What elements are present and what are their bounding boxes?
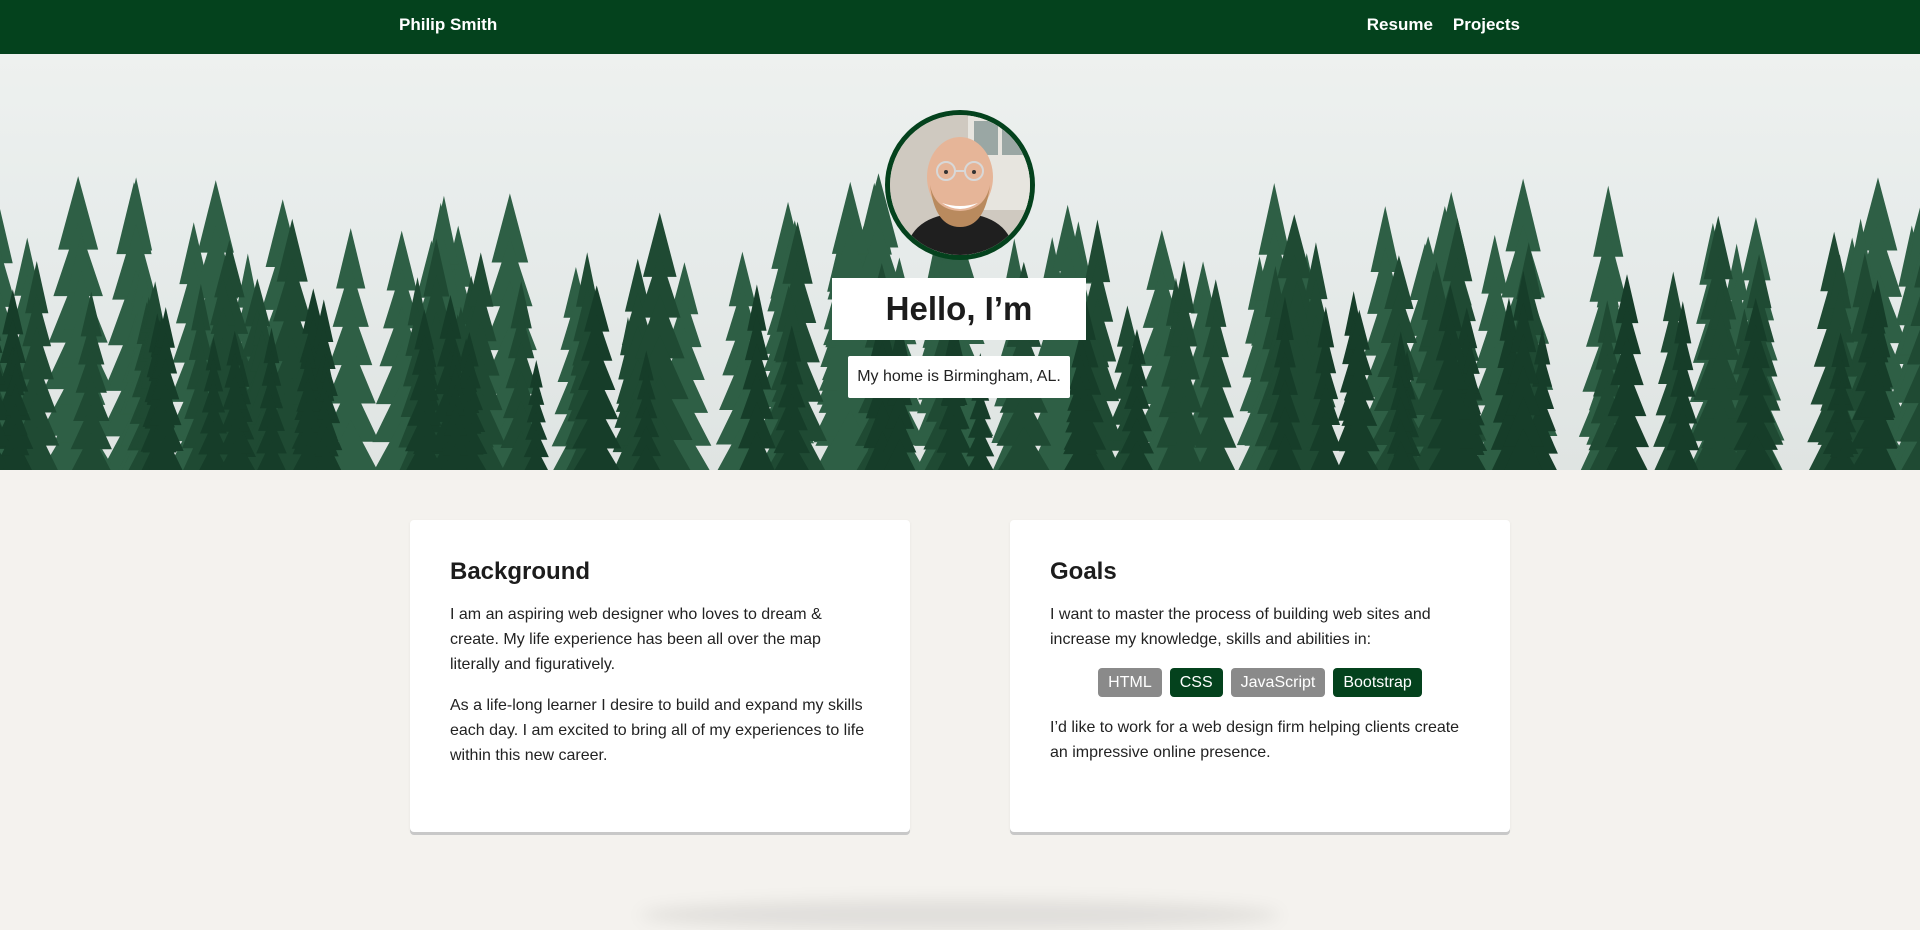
nav-link-projects[interactable]: Projects — [1453, 15, 1520, 35]
hero-banner: Hello, I’m Philip. My home is Birmingham… — [0, 54, 1920, 470]
next-section-shadow — [640, 900, 1280, 930]
goals-heading: Goals — [1050, 558, 1117, 585]
hero-subtitle: My home is Birmingham, AL. — [848, 356, 1070, 398]
nav-link-resume[interactable]: Resume — [1367, 15, 1433, 35]
skill-badges: HTML CSS JavaScript Bootstrap — [1050, 668, 1470, 697]
background-paragraph-1: I am an aspiring web designer who loves … — [450, 606, 822, 673]
background-card: Background I am an aspiring web designer… — [410, 520, 910, 832]
nav-links: Resume Projects — [1367, 15, 1520, 35]
background-paragraph-2: As a life-long learner I desire to build… — [450, 697, 865, 764]
profile-photo-icon — [890, 115, 1030, 255]
skill-badge-html: HTML — [1098, 668, 1162, 697]
hero-title: Hello, I’m Philip. — [832, 278, 1086, 389]
brand-link[interactable]: Philip Smith — [399, 15, 497, 35]
background-heading: Background — [450, 558, 591, 585]
skill-badge-css: CSS — [1169, 668, 1223, 697]
skill-badge-bootstrap: Bootstrap — [1333, 668, 1422, 697]
skill-badge-javascript: JavaScript — [1230, 668, 1326, 697]
goals-paragraph-2: I’d like to work for a web design firm h… — [1050, 719, 1460, 761]
profile-avatar — [885, 110, 1035, 260]
goals-paragraph-1: I want to master the process of building… — [1050, 606, 1431, 648]
goals-card: Goals I want to master the process of bu… — [1010, 520, 1510, 832]
navbar: Philip Smith Resume Projects — [0, 0, 1920, 54]
